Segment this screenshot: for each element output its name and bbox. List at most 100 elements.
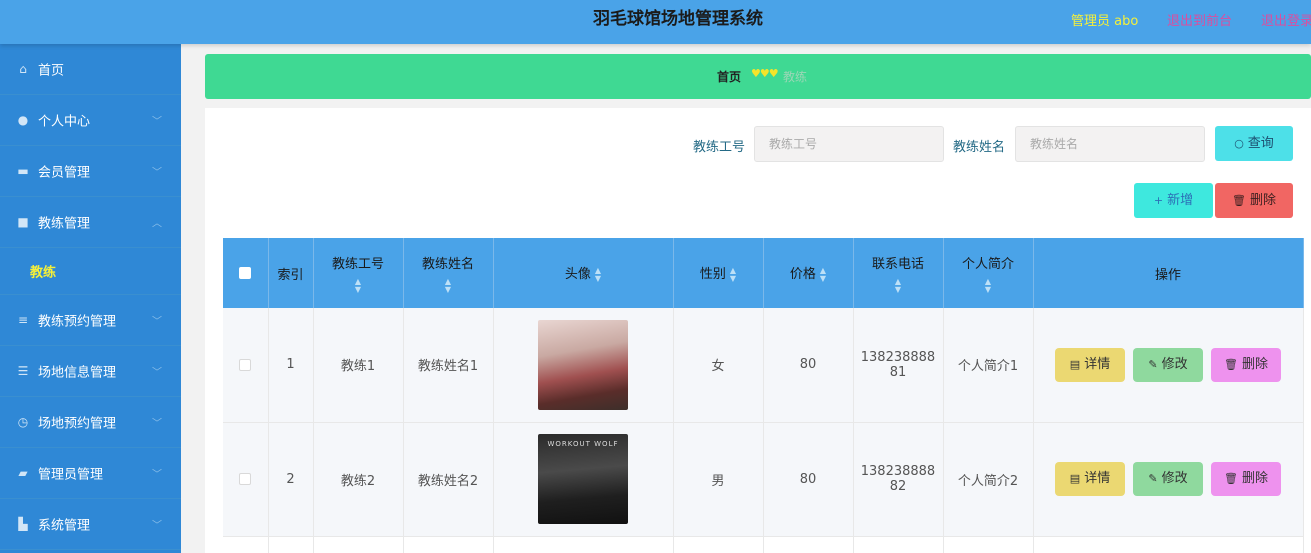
sidebar-item-coaches[interactable]: ■ 教练管理 ︿	[0, 197, 181, 248]
cell-avatar: WORKOUT WOLF	[493, 422, 674, 537]
row-checkbox[interactable]	[239, 473, 252, 485]
select-all-checkbox[interactable]	[239, 267, 252, 279]
cell-phone: 138238888 81	[853, 308, 944, 423]
cell-coach-id: 教练2	[313, 422, 404, 537]
chevron-down-icon: ﹀	[152, 167, 162, 179]
sort-icon[interactable]: ▲ ▼	[314, 277, 403, 294]
cell-actions: ▤ 详情 ✎ 修改 🗑 删除	[1033, 308, 1304, 423]
sort-icon[interactable]: ▲ ▼	[595, 266, 601, 283]
delete-button[interactable]: 🗑 删除	[1211, 347, 1281, 382]
header-actions: 操作	[1033, 238, 1304, 308]
sidebar-subitem-coach[interactable]: 教练	[0, 248, 181, 295]
user-icon: ●	[17, 113, 29, 127]
sidebar-item-system[interactable]: ▙ 系统管理 ﹀	[0, 499, 181, 550]
sidebar-item-label: 首页	[38, 63, 65, 79]
pencil-icon: ✎	[1148, 472, 1158, 485]
sidebar-item-label: 管理员管理	[38, 467, 104, 483]
select-all-header[interactable]	[223, 238, 269, 308]
sort-icon[interactable]: ▲ ▼	[730, 266, 736, 283]
header-index: 索引	[268, 238, 314, 308]
sidebar-item-label: 场地预约管理	[38, 416, 117, 432]
logout-link[interactable]: 退出登录	[1261, 10, 1311, 29]
batch-delete-button[interactable]: 🗑 删除	[1215, 183, 1293, 218]
sidebar-item-venue-info[interactable]: ☰ 场地信息管理 ﹀	[0, 346, 181, 397]
sidebar-subitem-label: 教练	[30, 265, 57, 281]
table-row	[223, 536, 1304, 553]
chevron-down-icon: ﹀	[152, 367, 162, 379]
header-price[interactable]: 价格 ▲ ▼	[763, 238, 854, 308]
header-avatar[interactable]: 头像 ▲ ▼	[493, 238, 674, 308]
list-icon: ≡	[17, 313, 29, 327]
sidebar-item-label: 系统管理	[38, 518, 91, 534]
exit-to-front-link[interactable]: 退出到前台	[1167, 10, 1232, 29]
cell-coach-name: 教练姓名2	[403, 422, 494, 537]
edit-button[interactable]: ✎ 修改	[1133, 347, 1203, 382]
plus-icon: +	[1153, 194, 1164, 207]
table-row: 1 教练1 教练姓名1 女 80 138238888 81 个人简介1 ▤ 详情 ✎ 修…	[223, 308, 1304, 423]
sidebar-item-label: 个人中心	[38, 114, 91, 130]
cell-avatar	[493, 308, 674, 423]
sidebar-item-label: 教练预约管理	[38, 314, 117, 330]
home-icon: ⌂	[19, 62, 27, 76]
header-coach-name[interactable]: 教练姓名 ▲ ▼	[403, 238, 494, 308]
cell-index: 1	[268, 308, 314, 423]
sort-icon[interactable]: ▲ ▼	[944, 277, 1033, 294]
row-checkbox[interactable]	[239, 358, 252, 371]
cell-coach-name: 教练姓名1	[403, 308, 494, 423]
cell-price: 80	[763, 308, 854, 423]
chevron-down-icon: ﹀	[152, 418, 162, 430]
clock-icon: ◷	[17, 415, 29, 429]
sidebar-item-admins[interactable]: ▰ 管理员管理 ﹀	[0, 448, 181, 499]
cell-gender: 女	[673, 308, 764, 423]
coach-avatar-image: WORKOUT WOLF	[538, 434, 628, 524]
cell-phone: 138238888 82	[853, 422, 944, 537]
heart-separator-icon: ♥♥♥	[751, 67, 779, 80]
admin-icon: ▰	[18, 466, 28, 480]
avatar-watermark: WORKOUT WOLF	[547, 440, 619, 448]
sidebar-item-profile[interactable]: ● 个人中心 ﹀	[0, 95, 181, 146]
delete-button[interactable]: 🗑 删除	[1211, 462, 1281, 496]
cell-intro: 个人简介2	[943, 422, 1034, 537]
trash-icon: 🗑	[1224, 357, 1238, 371]
sidebar-item-label: 教练管理	[38, 216, 91, 232]
trash-icon: 🗑	[1224, 472, 1238, 485]
detail-button[interactable]: ▤ 详情	[1055, 347, 1125, 382]
sidebar-item-home[interactable]: ⌂ 首页	[0, 44, 181, 95]
search-icon: ○	[1234, 137, 1244, 150]
sidebar: ⌂ 首页 ● 个人中心 ﹀ ▬ 会员管理 ﹀ ■ 教练管理 ︿ 教练 ≡ 教练预…	[0, 44, 181, 553]
header-intro[interactable]: 个人简介 ▲ ▼	[943, 238, 1034, 308]
coach-name-input[interactable]: 教练姓名	[1015, 126, 1205, 162]
system-icon: ▙	[18, 517, 28, 531]
search-button[interactable]: ○ 查询	[1215, 126, 1293, 161]
sort-icon[interactable]: ▲ ▼	[404, 277, 493, 294]
table-header-row: 索引 教练工号 ▲ ▼ 教练姓名 ▲ ▼ 头像 ▲ ▼ 性别 ▲ ▼ 价格 ▲ ▼ 联系电话 ▲ ▼ 个…	[223, 238, 1304, 308]
breadcrumb: 首页 ♥♥♥ 教练	[205, 54, 1311, 99]
sidebar-item-venue-booking[interactable]: ◷ 场地预约管理 ﹀	[0, 397, 181, 448]
pencil-icon: ✎	[1148, 357, 1158, 371]
edit-button[interactable]: ✎ 修改	[1133, 462, 1203, 496]
cell-actions: ▤ 详情 ✎ 修改 🗑 删除	[1033, 422, 1304, 537]
sort-icon[interactable]: ▲ ▼	[854, 277, 943, 294]
sidebar-item-members[interactable]: ▬ 会员管理 ﹀	[0, 146, 181, 197]
sidebar-item-label: 会员管理	[38, 165, 91, 181]
cell-price: 80	[763, 422, 854, 537]
member-icon: ▬	[17, 164, 29, 178]
breadcrumb-home[interactable]: 首页	[717, 68, 741, 85]
admin-user: 管理员 abo	[1071, 14, 1139, 29]
add-button[interactable]: + 新增	[1134, 183, 1213, 218]
chevron-down-icon: ﹀	[152, 469, 162, 481]
sidebar-item-coach-booking[interactable]: ≡ 教练预约管理 ﹀	[0, 295, 181, 346]
search-button-label: 查询	[1247, 136, 1274, 151]
chevron-down-icon: ﹀	[152, 116, 162, 128]
chevron-down-icon: ﹀	[152, 520, 162, 532]
detail-button[interactable]: ▤ 详情	[1055, 462, 1125, 496]
header-gender[interactable]: 性别 ▲ ▼	[673, 238, 764, 308]
batch-delete-button-label: 删除	[1249, 193, 1276, 208]
cell-gender: 男	[673, 422, 764, 537]
cell-index: 2	[268, 422, 314, 537]
header-phone[interactable]: 联系电话 ▲ ▼	[853, 238, 944, 308]
header-coach-id[interactable]: 教练工号 ▲ ▼	[313, 238, 404, 308]
sort-icon[interactable]: ▲ ▼	[820, 266, 826, 283]
top-header: 羽毛球馆场地管理系统 管理员 abo 退出到前台 退出登录	[0, 0, 1311, 44]
coach-id-input[interactable]: 教练工号	[754, 126, 944, 162]
